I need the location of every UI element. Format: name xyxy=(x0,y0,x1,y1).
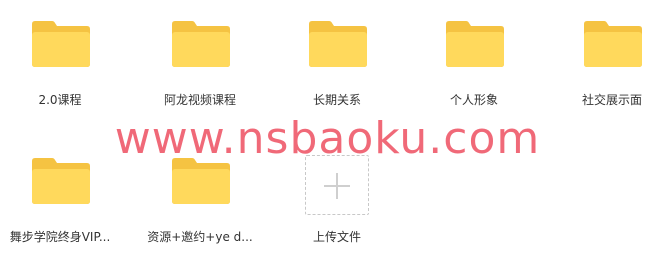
folder-icon xyxy=(172,158,230,204)
folder-icon xyxy=(584,21,642,67)
folder-label: 舞步学院终身VIP... xyxy=(9,230,111,244)
folder-item-6[interactable]: 资源+邀约+ye d... xyxy=(140,137,260,247)
folder-label: 社交展示面 xyxy=(581,93,642,107)
folder-label: 2.0课程 xyxy=(38,93,82,107)
folder-icon xyxy=(446,21,504,67)
folder-label: 长期关系 xyxy=(312,93,361,107)
folder-item-2[interactable]: 长期关系 xyxy=(277,0,397,110)
upload-button[interactable] xyxy=(305,155,369,215)
folder-icon xyxy=(32,158,90,204)
folder-label: 个人形象 xyxy=(449,93,498,107)
folder-item-0[interactable]: 2.0课程 xyxy=(0,0,120,110)
folder-icon xyxy=(309,21,367,67)
folder-icon xyxy=(32,21,90,67)
folder-icon xyxy=(172,21,230,67)
folder-item-1[interactable]: 阿龙视频课程 xyxy=(140,0,260,110)
folder-item-5[interactable]: 舞步学院终身VIP... xyxy=(0,137,120,247)
upload-label[interactable]: 上传文件 xyxy=(277,229,397,245)
folder-item-3[interactable]: 个人形象 xyxy=(414,0,534,110)
folder-label: 阿龙视频课程 xyxy=(163,93,236,107)
folder-item-4[interactable]: 社交展示面 xyxy=(552,0,655,110)
folder-label: 资源+邀约+ye d... xyxy=(147,230,253,244)
file-grid: 2.0课程 阿龙视频课程 长期关系 个人形象 社交展示面 舞步学院终身VIP..… xyxy=(0,0,655,254)
